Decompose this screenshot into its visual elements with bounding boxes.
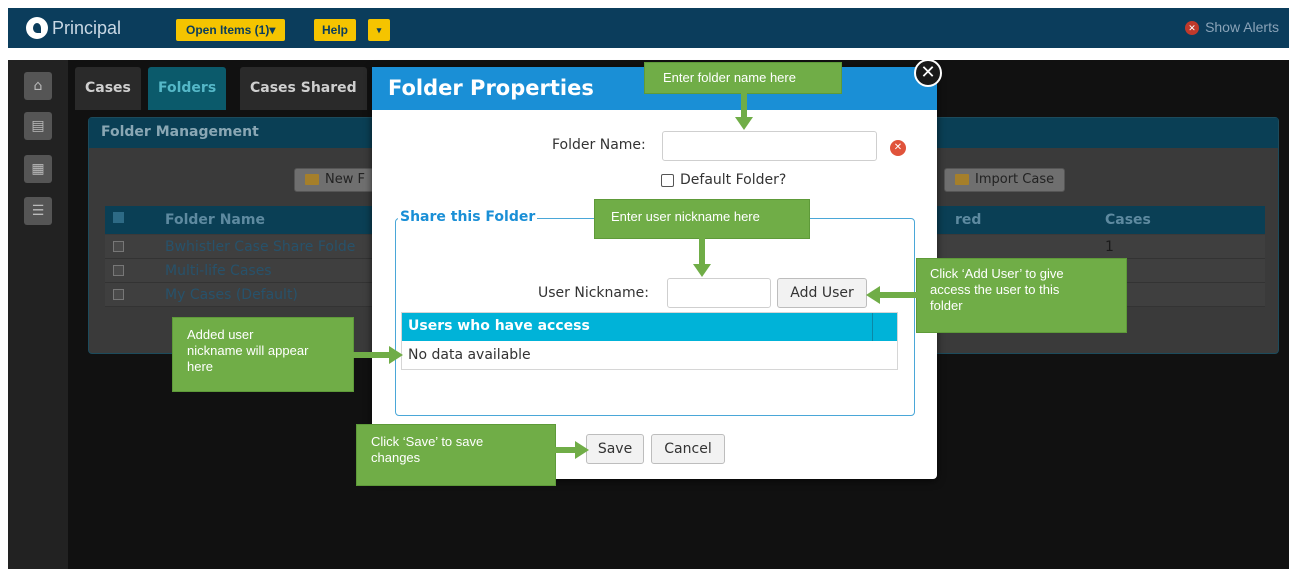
user-nickname-input[interactable] bbox=[667, 278, 771, 308]
left-nav: ⌂ ▤ ▦ ☰ bbox=[8, 60, 68, 569]
import-case-button[interactable]: Import Case bbox=[944, 168, 1066, 192]
new-folder-button[interactable]: New F bbox=[294, 168, 376, 192]
save-button[interactable]: Save bbox=[586, 434, 644, 464]
user-nickname-label: User Nickname: bbox=[538, 285, 649, 301]
cancel-button[interactable]: Cancel bbox=[651, 434, 725, 464]
folder-name-label: Folder Name: bbox=[552, 137, 646, 153]
import-case-label: Import Case bbox=[975, 172, 1055, 187]
row-checkbox[interactable] bbox=[113, 265, 124, 276]
callout-save: Click ‘Save’ to save changes bbox=[356, 424, 556, 486]
new-case-icon[interactable]: ▤ bbox=[24, 112, 52, 140]
callout-nickname: Enter user nickname here bbox=[594, 199, 810, 239]
cases-count-cell: 1 bbox=[1105, 239, 1114, 255]
callout-line: changes bbox=[371, 450, 421, 465]
tab-cases-shared[interactable]: Cases Shared bbox=[240, 67, 367, 110]
access-header-label: Users who have access bbox=[408, 318, 590, 334]
open-items-button[interactable]: Open Items (1)▾ bbox=[176, 19, 286, 41]
select-all-checkbox[interactable] bbox=[113, 212, 124, 223]
tab-folders[interactable]: Folders bbox=[148, 67, 227, 110]
callout-line: nickname will appear bbox=[187, 343, 309, 358]
callout-folder-name: Enter folder name here bbox=[644, 62, 842, 94]
close-icon[interactable]: ✕ bbox=[914, 59, 942, 87]
callout-line: Click ‘Add User’ to give bbox=[930, 266, 1064, 281]
users-list-icon[interactable]: ☰ bbox=[24, 197, 52, 225]
help-button[interactable]: Help bbox=[314, 19, 357, 41]
row-checkbox[interactable] bbox=[113, 289, 124, 300]
access-empty-message: No data available bbox=[408, 347, 531, 363]
show-alerts-label: Show Alerts bbox=[1205, 19, 1279, 35]
arrow-icon bbox=[735, 93, 753, 130]
clear-icon[interactable]: ✕ bbox=[890, 140, 906, 156]
brand-name: Principal bbox=[52, 18, 122, 38]
callout-add-user: Click ‘Add User’ to give access the user… bbox=[916, 258, 1127, 333]
callout-line: Added user bbox=[187, 327, 254, 342]
callout-added-user: Added user nickname will appear here bbox=[172, 317, 354, 392]
access-table-header: Users who have access bbox=[402, 313, 897, 341]
arrow-icon bbox=[866, 286, 918, 304]
default-folder-label: Default Folder? bbox=[680, 172, 787, 188]
column-shared[interactable]: red bbox=[955, 212, 981, 228]
home-icon[interactable]: ⌂ bbox=[24, 72, 52, 100]
top-bar: Principal Open Items (1)▾ Help ▾ ✕ Show A… bbox=[8, 8, 1289, 48]
add-user-button[interactable]: Add User bbox=[777, 278, 867, 308]
folder-name-cell[interactable]: Multi-life Cases bbox=[165, 263, 272, 279]
access-table: Users who have access No data available bbox=[401, 312, 898, 370]
help-dropdown-button[interactable]: ▾ bbox=[368, 19, 390, 41]
folder-name-input[interactable] bbox=[662, 131, 877, 161]
show-alerts-link[interactable]: ✕ Show Alerts bbox=[1185, 19, 1279, 35]
dialog-title: Folder Properties bbox=[388, 76, 594, 100]
folder-icon bbox=[305, 174, 319, 185]
new-folder-label: New F bbox=[325, 172, 365, 187]
row-checkbox[interactable] bbox=[113, 241, 124, 252]
screen: Principal Open Items (1)▾ Help ▾ ✕ Show A… bbox=[0, 0, 1297, 569]
share-folder-legend: Share this Folder bbox=[398, 209, 538, 225]
column-divider bbox=[872, 313, 873, 341]
callout-line: access the user to this bbox=[930, 282, 1060, 297]
callout-line: folder bbox=[930, 298, 963, 313]
callout-line: Click ‘Save’ to save bbox=[371, 434, 484, 449]
tab-cases[interactable]: Cases bbox=[75, 67, 141, 110]
column-folder-name[interactable]: Folder Name bbox=[165, 212, 265, 228]
arrow-icon bbox=[693, 238, 711, 277]
arrow-icon bbox=[555, 441, 589, 459]
callout-line: here bbox=[187, 359, 214, 374]
arrow-icon bbox=[353, 346, 403, 364]
folder-name-cell[interactable]: My Cases (Default) bbox=[165, 287, 298, 303]
case-list-icon[interactable]: ▦ bbox=[24, 155, 52, 183]
default-folder-checkbox[interactable] bbox=[661, 174, 674, 187]
column-cases[interactable]: Cases bbox=[1105, 212, 1151, 228]
principal-logo-icon bbox=[26, 17, 48, 39]
import-icon bbox=[955, 174, 969, 185]
folder-name-cell[interactable]: Bwhistler Case Share Folde bbox=[165, 239, 355, 255]
alert-icon: ✕ bbox=[1185, 21, 1200, 35]
